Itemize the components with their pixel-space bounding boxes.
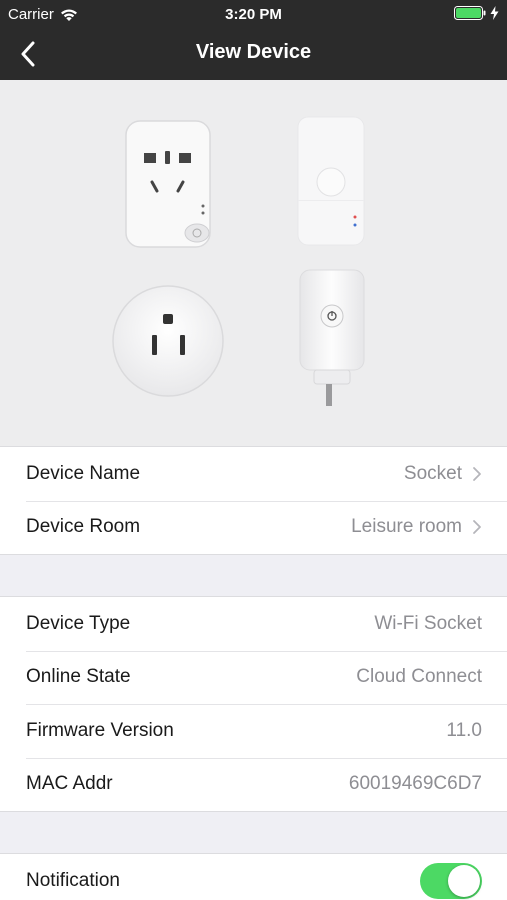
battery-icon <box>454 6 486 20</box>
device-room-value: Leisure room <box>351 516 462 538</box>
device-type-value: Wi-Fi Socket <box>374 612 482 634</box>
device-name-label: Device Name <box>26 462 141 484</box>
device-name-value: Socket <box>403 462 462 484</box>
online-state-value: Cloud Connect <box>356 666 482 688</box>
navigation-bar: View Device <box>0 28 507 80</box>
device-type-label: Device Type <box>26 612 131 634</box>
notification-label: Notification <box>26 869 120 891</box>
status-time: 3:20 PM <box>225 6 282 23</box>
charging-bolt-icon <box>490 6 499 20</box>
notification-group: Notification <box>0 853 507 900</box>
chevron-right-icon <box>473 466 481 481</box>
device-type-row: Device Type Wi-Fi Socket <box>0 597 507 651</box>
notification-toggle[interactable] <box>420 862 482 899</box>
notification-row: Notification <box>0 854 507 900</box>
mac-address-row: MAC Addr 60019469C6D7 <box>0 757 507 812</box>
device-room-label: Device Room <box>26 516 141 538</box>
firmware-version-row: Firmware Version 11.0 <box>0 704 507 758</box>
device-name-row[interactable]: Device Name Socket <box>0 447 507 501</box>
firmware-version-value: 11.0 <box>446 719 482 741</box>
toggle-knob <box>448 864 480 897</box>
device-info-group: Device Name Socket Device Room Leisure r… <box>0 446 507 555</box>
chevron-right-icon <box>473 520 481 535</box>
device-details-group: Device Type Wi-Fi Socket Online State Cl… <box>0 596 507 812</box>
page-title: View Device <box>195 41 312 63</box>
online-state-row: Online State Cloud Connect <box>0 650 507 705</box>
firmware-version-label: Firmware Version <box>26 719 174 741</box>
battery-indicator <box>454 6 499 20</box>
online-state-label: Online State <box>26 666 131 688</box>
device-image <box>0 80 507 446</box>
status-bar: Carrier 3:20 PM <box>0 0 507 28</box>
smart-sockets-image <box>112 116 365 406</box>
mac-address-label: MAC Addr <box>26 773 113 795</box>
mac-address-value: 60019469C6D7 <box>348 773 482 795</box>
device-room-row[interactable]: Device Room Leisure room <box>0 500 507 555</box>
